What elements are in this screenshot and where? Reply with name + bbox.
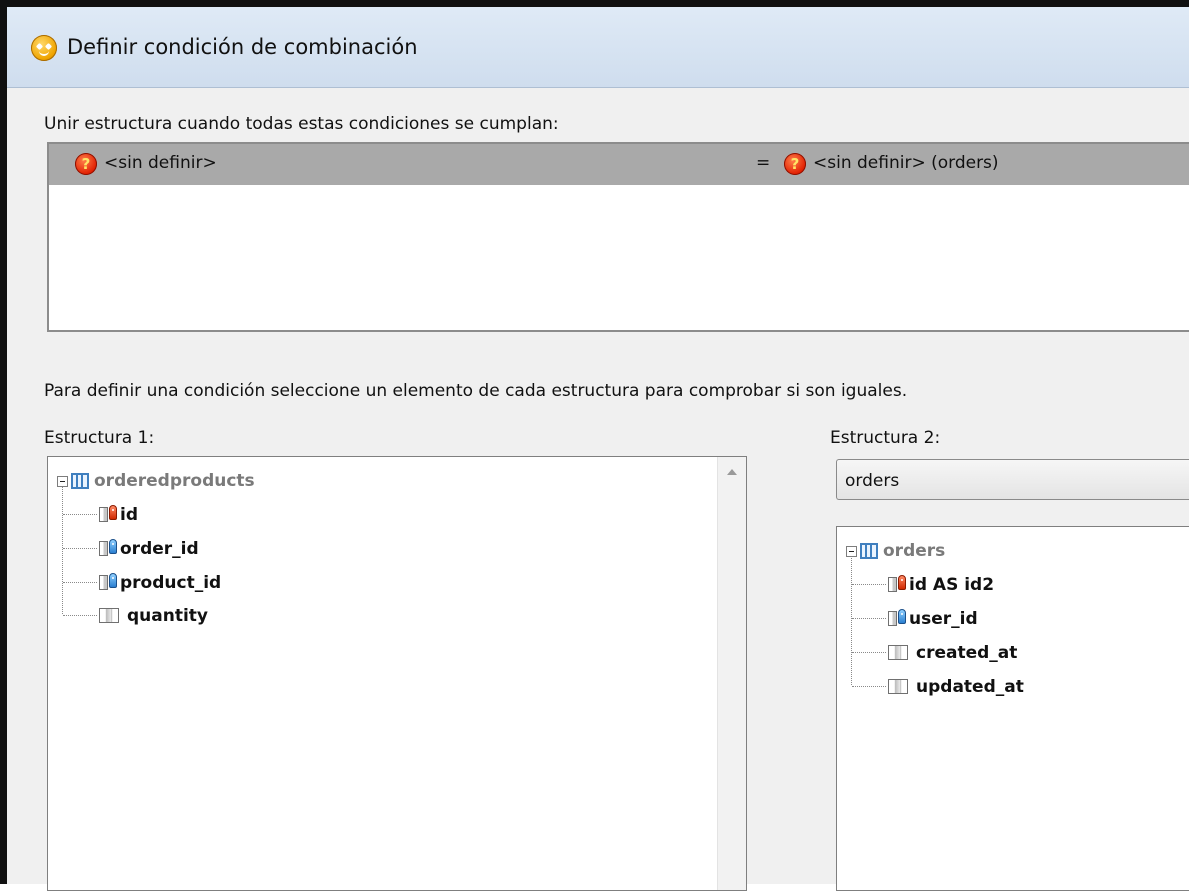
tree-item[interactable]: product_id — [48, 567, 708, 597]
tree-item-label: product_id — [120, 573, 222, 593]
table-icon — [860, 543, 878, 559]
structure2-select[interactable]: orders — [836, 459, 1189, 500]
column-icon — [888, 679, 908, 694]
question-icon: ? — [75, 153, 97, 175]
column-icon — [888, 645, 908, 660]
tree-line — [63, 514, 97, 515]
tree-node-label: orders — [883, 541, 946, 561]
structure1-label: Estructura 1: — [44, 428, 155, 448]
condition-operator: = — [756, 153, 771, 173]
tree-item-label: user_id — [909, 609, 978, 629]
conditions-list[interactable]: ? <sin definir> = ? <sin definir> (order… — [47, 142, 1189, 332]
scroll-up-icon[interactable] — [727, 469, 737, 475]
question-icon: ? — [784, 153, 806, 175]
collapse-icon[interactable] — [57, 476, 68, 487]
tree-line — [852, 686, 886, 687]
condition-right: <sin definir> (orders) — [813, 153, 999, 173]
tree-item[interactable]: id AS id2 — [837, 569, 1187, 599]
tree-item[interactable]: updated_at — [837, 671, 1187, 701]
tree-item-label: quantity — [127, 606, 209, 626]
tree-item[interactable]: created_at — [837, 637, 1187, 667]
tree-item[interactable]: user_id — [837, 603, 1187, 633]
title-bar: Definir condición de combinación — [7, 7, 1189, 88]
foreign-key-icon — [109, 539, 117, 554]
table-icon — [71, 473, 89, 489]
tree-item-label: created_at — [916, 643, 1018, 663]
tree-item-label: order_id — [120, 539, 199, 559]
join-condition-dialog: Definir condición de combinación Unir es… — [0, 0, 1189, 891]
tree-root-orderedproducts[interactable]: orderedproducts — [48, 465, 708, 495]
tree-line — [852, 584, 886, 585]
structure2-tree[interactable]: orders id AS id2 user_id created_at upda… — [836, 526, 1189, 891]
condition-row[interactable]: ? <sin definir> = ? <sin definir> (order… — [49, 144, 1189, 185]
foreign-key-icon — [109, 573, 117, 588]
tree-root-orders[interactable]: orders — [837, 535, 1187, 565]
primary-key-icon — [898, 575, 906, 590]
app-icon — [31, 35, 57, 61]
tree-line — [852, 652, 886, 653]
tree-item-label: id AS id2 — [909, 575, 995, 595]
column-icon — [99, 507, 108, 522]
structure2-select-value: orders — [845, 471, 900, 491]
tree-item-label: updated_at — [916, 677, 1024, 697]
foreign-key-icon — [898, 609, 906, 624]
tree-line — [852, 618, 886, 619]
collapse-icon[interactable] — [846, 546, 857, 557]
tree-node-label: orderedproducts — [94, 471, 255, 491]
tree-item[interactable]: order_id — [48, 533, 708, 563]
dialog-title: Definir condición de combinación — [67, 35, 418, 59]
column-icon — [888, 577, 897, 592]
column-icon — [888, 611, 897, 626]
tree-item-label: id — [120, 505, 138, 525]
column-icon — [99, 608, 119, 623]
structure2-label: Estructura 2: — [830, 428, 941, 448]
scrollbar[interactable] — [717, 457, 746, 890]
tree-item[interactable]: id — [48, 499, 708, 529]
instruction-middle: Para definir una condición seleccione un… — [44, 381, 908, 401]
structure1-tree[interactable]: orderedproducts id order_id product_id q… — [47, 456, 747, 891]
column-icon — [99, 541, 108, 556]
column-icon — [99, 575, 108, 590]
tree-item[interactable]: quantity — [48, 600, 708, 630]
instruction-top: Unir estructura cuando todas estas condi… — [44, 114, 559, 134]
primary-key-icon — [109, 505, 117, 520]
tree-line — [63, 548, 97, 549]
tree-line — [63, 582, 97, 583]
tree-line — [63, 615, 97, 616]
condition-left: <sin definir> — [104, 153, 217, 173]
